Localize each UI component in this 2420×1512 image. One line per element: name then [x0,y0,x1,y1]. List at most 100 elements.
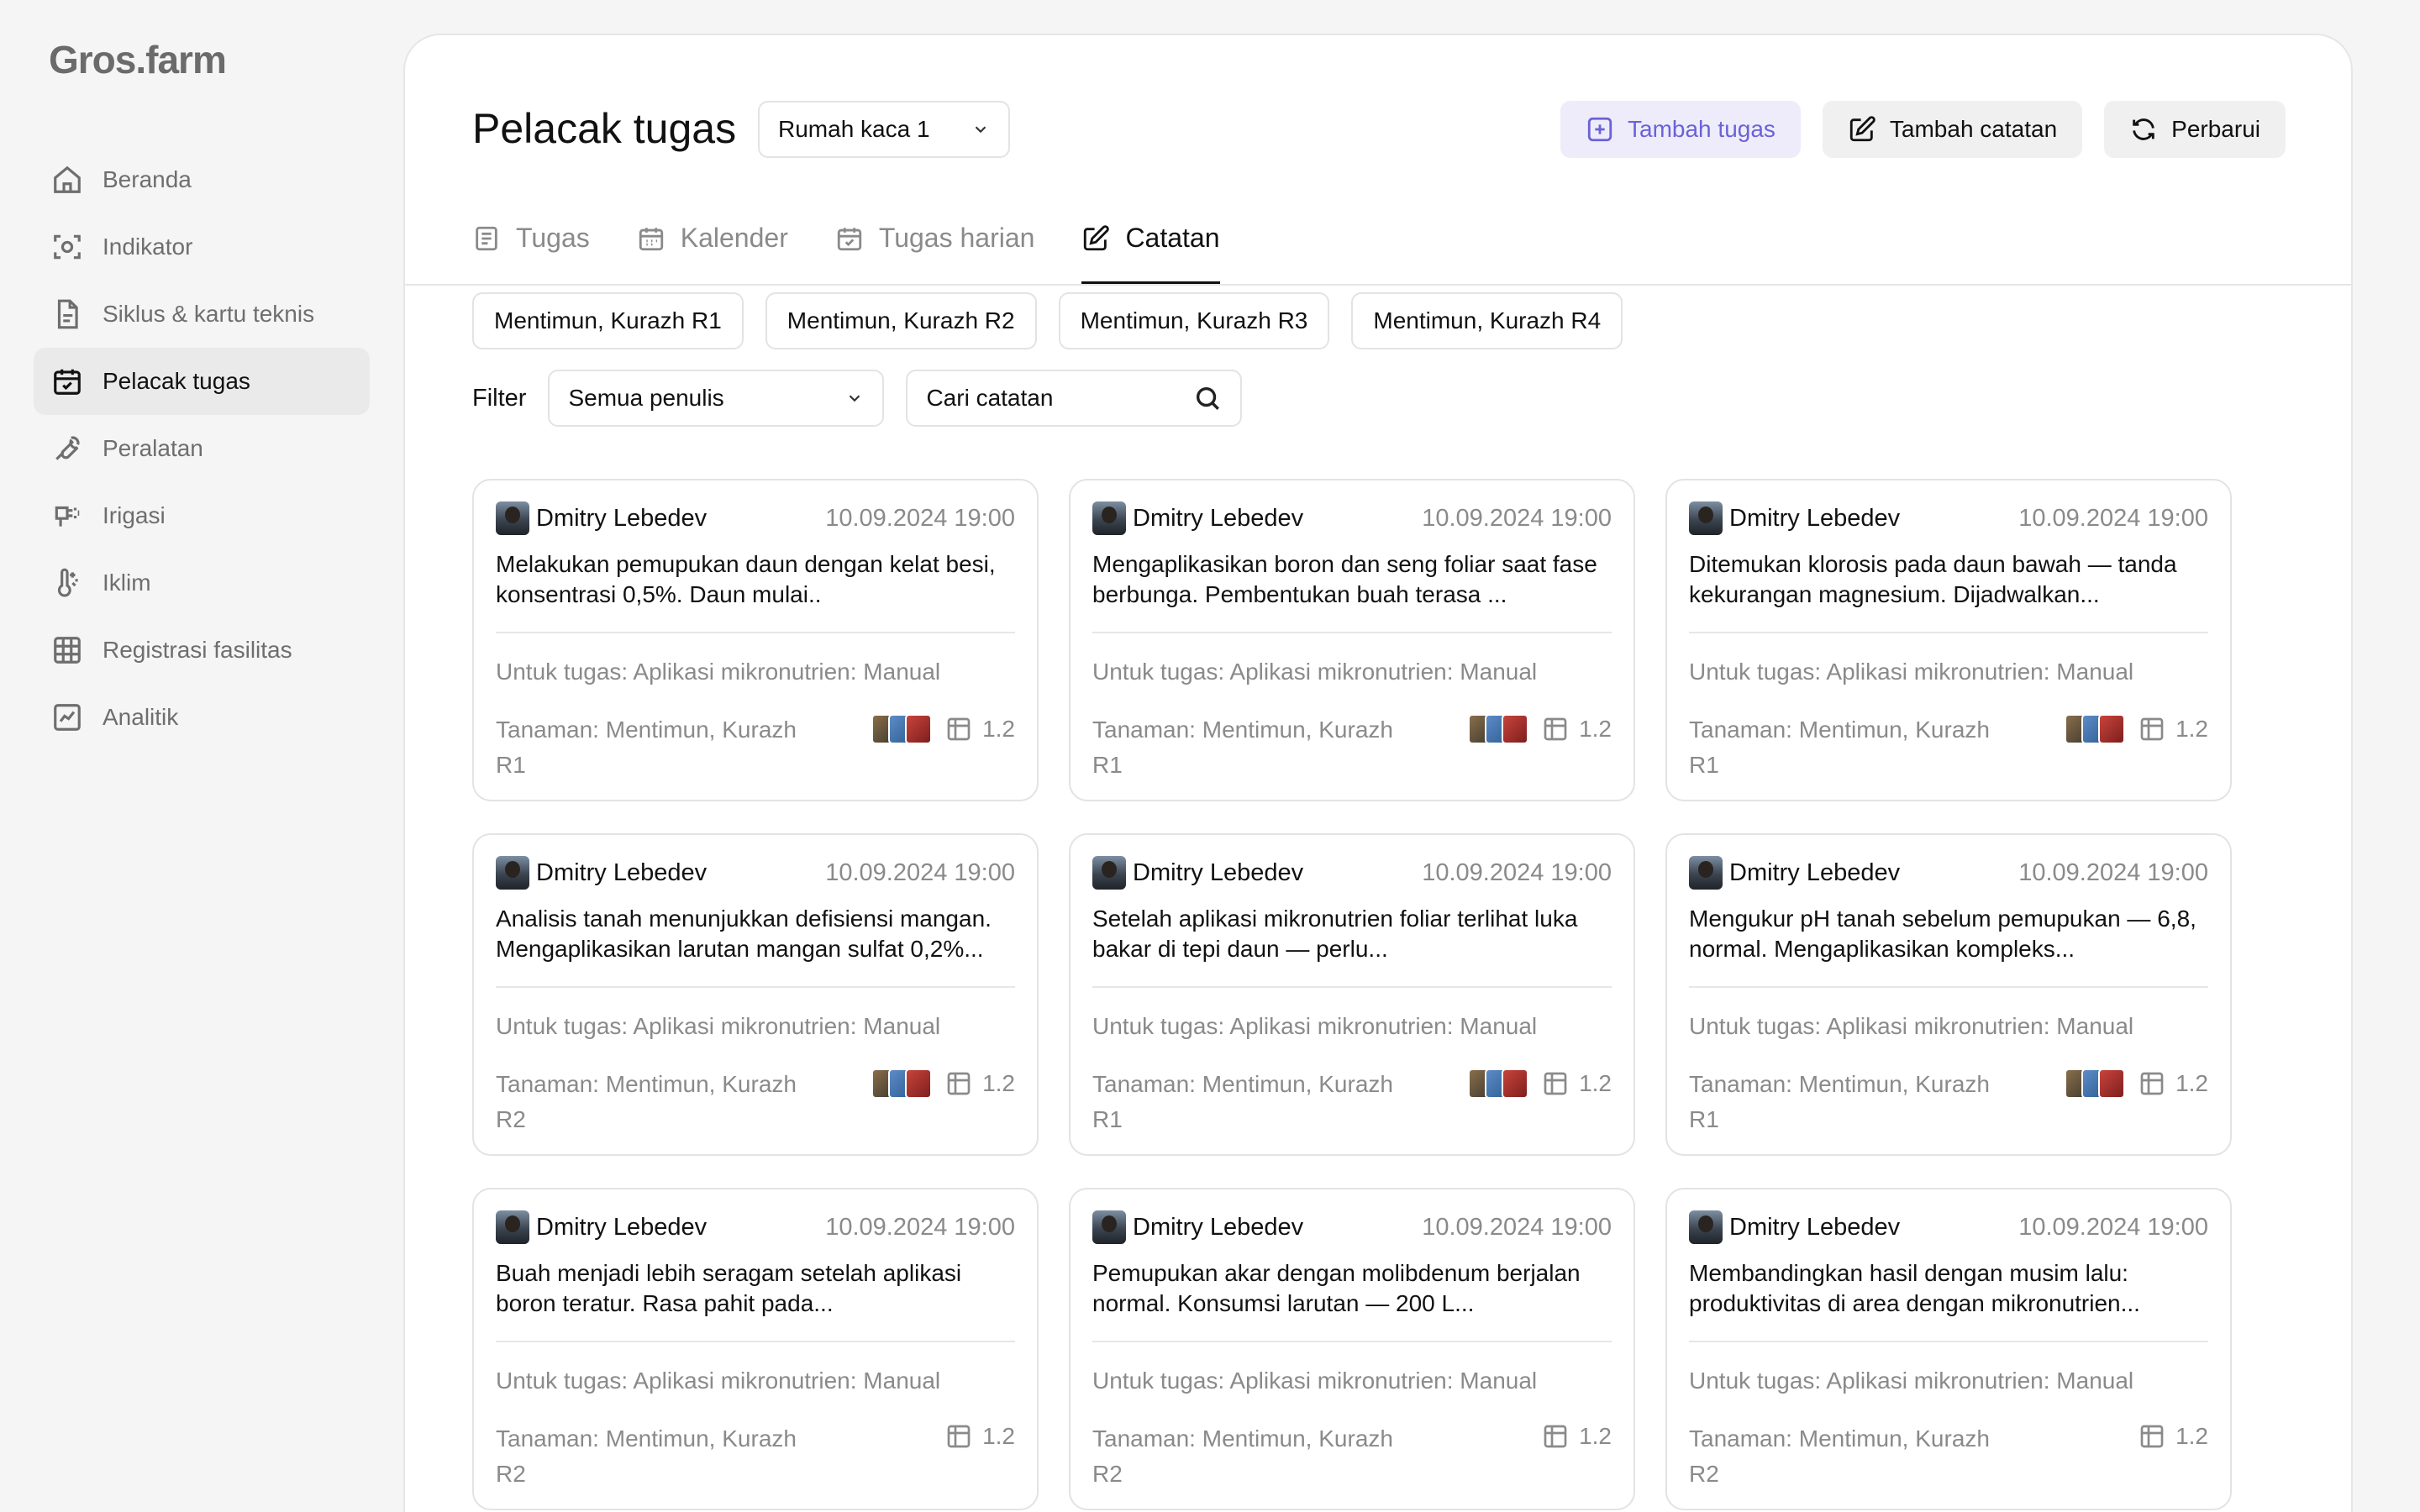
photo-thumbnail[interactable] [2098,1068,2126,1099]
note-date: 10.09.2024 19:00 [1422,1213,1612,1241]
avatar [1092,856,1126,890]
sensor-icon [50,230,84,264]
thermometer-icon [50,566,84,600]
chip-plant[interactable]: Mentimun, Kurazh R1 [472,292,744,349]
photo-thumbnails[interactable] [2065,1068,2126,1099]
divider [1092,632,1612,633]
sidebar-item-label: Registrasi fasilitas [103,637,292,663]
note-text: Membandingkan hasil dengan musim lalu: p… [1689,1260,2140,1316]
sidebar-item-indikator[interactable]: Indikator [34,213,370,281]
avatar [1689,856,1723,890]
plant-chips: Mentimun, Kurazh R1 Mentimun, Kurazh R2 … [472,292,1623,349]
note-card[interactable]: Dmitry Lebedev 10.09.2024 19:00 Mengapli… [1069,479,1635,801]
note-author-name: Dmitry Lebedev [1729,1213,1901,1241]
sidebar-item-pelacak-tugas[interactable]: Pelacak tugas [34,348,370,415]
add-task-button[interactable]: Tambah tugas [1560,101,1801,158]
refresh-label: Perbarui [2171,116,2260,142]
note-card[interactable]: Dmitry Lebedev 10.09.2024 19:00 Mengukur… [1665,833,2232,1156]
sidebar-item-siklus[interactable]: Siklus & kartu teknis [34,281,370,348]
filter-label: Filter [472,384,527,412]
note-text: Pemupukan akar dengan molibdenum berjala… [1092,1260,1581,1316]
note-card[interactable]: Dmitry Lebedev 10.09.2024 19:00 Analisis… [472,833,1039,1156]
note-date: 10.09.2024 19:00 [1422,504,1612,532]
task-list-icon [476,226,497,250]
note-task: Untuk tugas: Aplikasi mikronutrien: Manu… [1092,1013,1538,1039]
sidebar-item-label: Peralatan [103,435,203,461]
greenhouse-select[interactable]: Rumah kaca 1 [758,101,1010,158]
note-date: 10.09.2024 19:00 [2018,858,2208,886]
note-footer: Tanaman: Mentimun, Kurazh R1 1.2 [496,712,1015,783]
note-header: Dmitry Lebedev 10.09.2024 19:00 [1092,855,1612,890]
refresh-icon [2133,118,2154,140]
note-card[interactable]: Dmitry Lebedev 10.09.2024 19:00 Membandi… [1665,1188,2232,1510]
add-note-button[interactable]: Tambah catatan [1822,101,2083,158]
avatar [496,856,529,890]
note-author: Dmitry Lebedev [1689,501,1900,535]
photo-thumbnails[interactable] [1468,714,1529,744]
photo-thumbnails[interactable] [2065,714,2126,744]
sidebar-nav: Beranda Indikator Siklus & kartu teknis … [34,146,370,751]
chip-plant[interactable]: Mentimun, Kurazh R4 [1351,292,1623,349]
sidebar-item-analitik[interactable]: Analitik [34,684,370,751]
grid-icon [1544,1425,1567,1448]
irrigation-icon [50,499,84,533]
tab-tugas[interactable]: Tugas [472,195,590,284]
note-text: Mengukur pH tanah sebelum pemupukan — 6,… [1689,906,2196,962]
wrench-icon [50,432,84,465]
sidebar-item-label: Indikator [103,234,193,260]
chip-plant[interactable]: Mentimun, Kurazh R3 [1058,292,1330,349]
photo-thumbnails[interactable] [871,714,933,744]
note-card[interactable]: Dmitry Lebedev 10.09.2024 19:00 Buah men… [472,1188,1039,1510]
sidebar-item-irigasi[interactable]: Irigasi [34,482,370,549]
note-plant: Tanaman: Mentimun, Kurazh R2 [496,1071,797,1132]
divider [496,632,1015,633]
app-logo[interactable]: Gros.farm [49,37,227,82]
note-footer: Tanaman: Mentimun, Kurazh R1 1.2 [1092,1067,1612,1137]
tab-label: Catatan [1125,223,1220,253]
search-input[interactable]: Cari catatan [906,370,1243,427]
photo-thumbnail[interactable] [905,1068,933,1099]
author-filter-select[interactable]: Semua penulis [548,370,885,427]
note-date: 10.09.2024 19:00 [2018,1213,2208,1241]
photo-thumbnails[interactable] [1468,1068,1529,1099]
grid-icon [50,633,84,667]
note-meta: 1.2 [1542,1423,1612,1450]
sidebar-item-registrasi[interactable]: Registrasi fasilitas [34,617,370,684]
note-header: Dmitry Lebedev 10.09.2024 19:00 [1092,501,1612,536]
section-count-value: 1.2 [2175,1423,2208,1449]
photo-thumbnail[interactable] [2098,714,2126,744]
refresh-button[interactable]: Perbarui [2104,101,2286,158]
note-card[interactable]: Dmitry Lebedev 10.09.2024 19:00 Melakuka… [472,479,1039,801]
note-author: Dmitry Lebedev [496,501,707,535]
page-title: Pelacak tugas [472,105,737,152]
note-card[interactable]: Dmitry Lebedev 10.09.2024 19:00 Ditemuka… [1665,479,2232,801]
photo-thumbnail[interactable] [1502,1068,1529,1099]
avatar [1092,501,1126,535]
note-task: Untuk tugas: Aplikasi mikronutrien: Manu… [1689,1368,2134,1394]
note-task: Untuk tugas: Aplikasi mikronutrien: Manu… [1092,659,1538,685]
note-meta: 1.2 [871,1068,1015,1099]
note-plant: Tanaman: Mentimun, Kurazh R2 [1092,1425,1393,1487]
sidebar-item-peralatan[interactable]: Peralatan [34,415,370,482]
photo-thumbnail[interactable] [905,714,933,744]
note-card[interactable]: Dmitry Lebedev 10.09.2024 19:00 Setelah … [1069,833,1635,1156]
tab-kalender[interactable]: Kalender [637,195,788,284]
note-date: 10.09.2024 19:00 [825,504,1015,532]
note-footer: Tanaman: Mentimun, Kurazh R2 1.2 [496,1067,1015,1137]
tab-tugas-harian[interactable]: Tugas harian [835,195,1034,284]
note-author-name: Dmitry Lebedev [536,504,708,532]
sidebar-item-beranda[interactable]: Beranda [34,146,370,213]
tab-catatan[interactable]: Catatan [1081,195,1220,284]
note-card[interactable]: Dmitry Lebedev 10.09.2024 19:00 Pemupuka… [1069,1188,1635,1510]
photo-thumbnail[interactable] [1502,714,1529,744]
chip-plant[interactable]: Mentimun, Kurazh R2 [765,292,1037,349]
note-date: 10.09.2024 19:00 [1422,858,1612,886]
sidebar-item-iklim[interactable]: Iklim [34,549,370,617]
note-footer: Tanaman: Mentimun, Kurazh R1 1.2 [1689,1067,2208,1137]
note-text: Analisis tanah menunjukkan defisiensi ma… [496,906,992,962]
note-meta: 1.2 [1468,714,1612,744]
section-count: 1.2 [945,1423,1015,1450]
photo-thumbnails[interactable] [871,1068,933,1099]
note-footer: Tanaman: Mentimun, Kurazh R2 1.2 [1689,1421,2208,1492]
section-count: 1.2 [1542,1070,1612,1097]
